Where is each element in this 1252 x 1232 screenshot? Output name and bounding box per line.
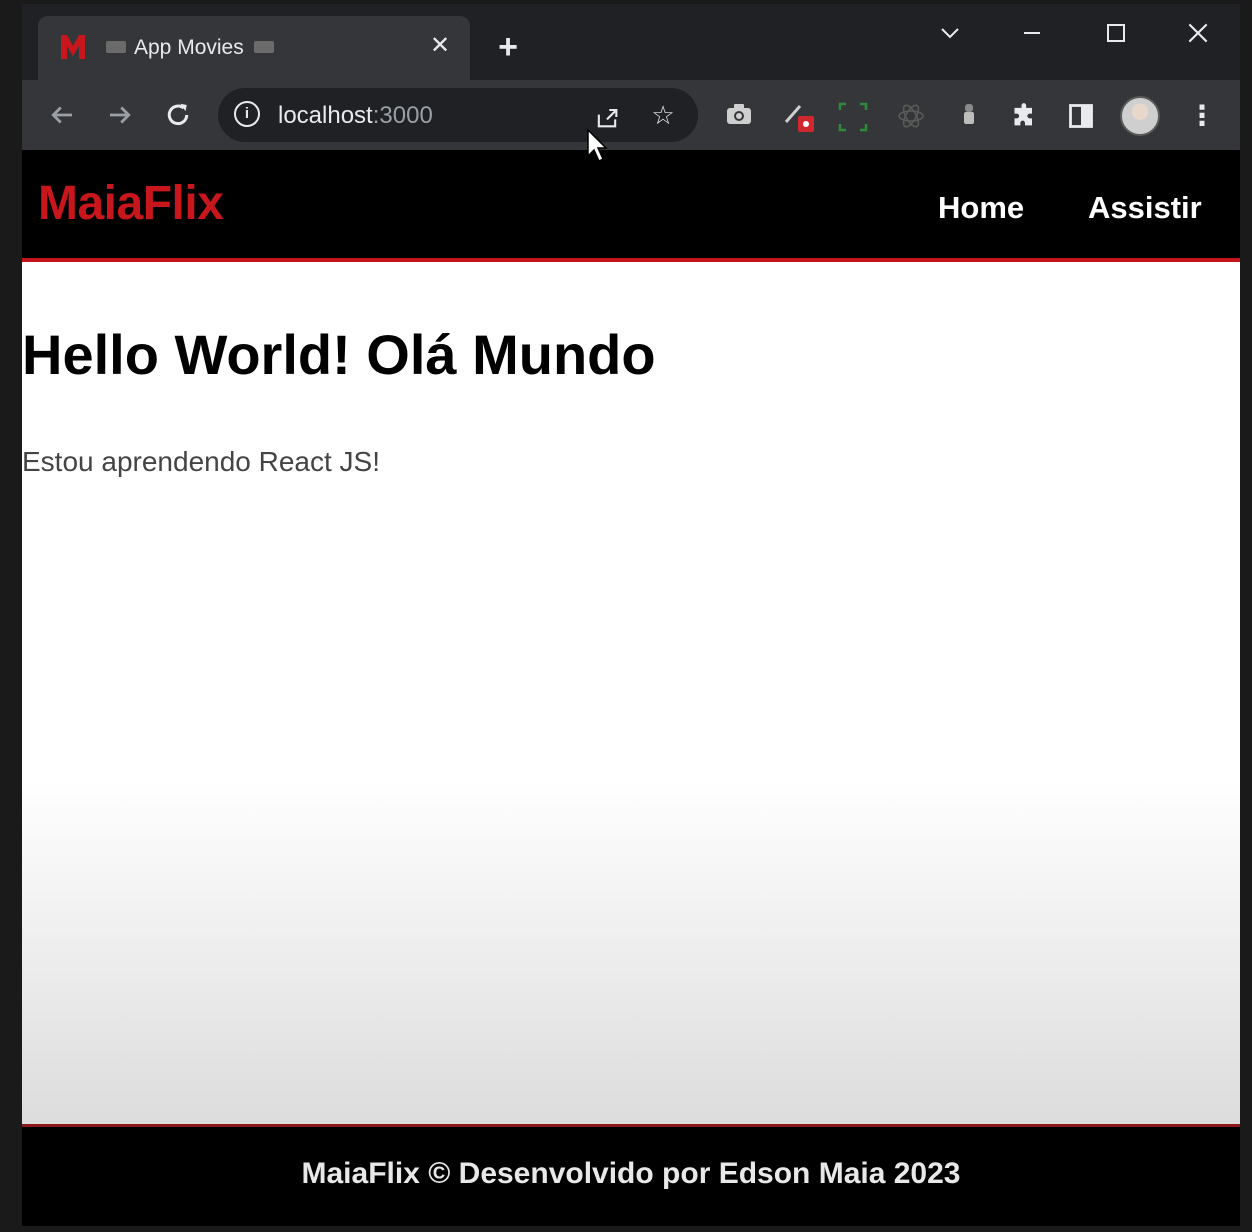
browser-toolbar: i localhost:3000 ☆ ⋮ — [22, 80, 1240, 150]
tab-app-movies[interactable]: App Movies ✕ — [38, 16, 470, 80]
screen-capture-extension-icon[interactable] — [838, 102, 868, 132]
site-footer: MaiaFlix © Desenvolvido por Edson Maia 2… — [22, 1124, 1240, 1226]
footer-text: MaiaFlix © Desenvolvido por Edson Maia 2… — [301, 1157, 961, 1190]
tab-close-icon[interactable]: ✕ — [424, 30, 456, 62]
minimize-icon[interactable] — [1004, 10, 1060, 54]
tab-strip: App Movies ✕ + — [22, 4, 1240, 80]
chevron-down-icon[interactable] — [922, 10, 978, 54]
site-header: MaiaFlix Home Assistir — [22, 150, 1240, 262]
maximize-icon[interactable] — [1088, 10, 1144, 54]
tab-title: App Movies — [102, 36, 282, 60]
side-panel-icon[interactable] — [1066, 102, 1096, 132]
web-page: MaiaFlix Home Assistir Hello World! Olá … — [22, 150, 1240, 1226]
pen-recorder-extension-icon[interactable] — [782, 98, 814, 132]
eyedropper-extension-icon[interactable] — [954, 102, 984, 132]
url-host: localhost — [278, 102, 373, 129]
address-url[interactable]: localhost:3000 — [278, 102, 433, 130]
reload-icon[interactable] — [158, 94, 198, 134]
screen: App Movies ✕ + i localhost:3000 ☆ ⋮ Maia… — [0, 0, 1252, 1232]
address-bar[interactable]: i localhost:3000 ☆ — [218, 88, 698, 142]
forward-arrow-icon[interactable] — [100, 94, 140, 134]
new-tab-button[interactable]: + — [488, 28, 528, 68]
site-info-icon[interactable]: i — [234, 101, 260, 127]
browser-window: App Movies ✕ + i localhost:3000 ☆ ⋮ Maia… — [22, 4, 1240, 1226]
nav-assistir-link[interactable]: Assistir — [1088, 190, 1202, 226]
tab-title-text: App Movies — [134, 36, 244, 59]
url-port: :3000 — [372, 102, 433, 129]
more-menu-icon[interactable]: ⋮ — [1188, 98, 1216, 138]
main-content: Hello World! Olá Mundo Estou aprendendo … — [22, 262, 1240, 1124]
mouse-cursor-icon — [587, 128, 608, 163]
profile-avatar[interactable] — [1120, 96, 1160, 136]
record-indicator-icon — [106, 41, 126, 54]
site-logo[interactable]: MaiaFlix — [38, 176, 224, 231]
close-icon[interactable] — [1170, 10, 1226, 54]
maiaflix-favicon-icon — [61, 35, 85, 59]
share-icon[interactable] — [592, 100, 622, 130]
react-devtools-extension-icon[interactable] — [896, 102, 926, 132]
page-paragraph: Estou aprendendo React JS! — [22, 446, 381, 477]
record-indicator-icon — [253, 41, 274, 54]
bookmark-star-icon[interactable]: ☆ — [648, 100, 678, 130]
camera-extension-icon[interactable] — [724, 102, 754, 132]
back-arrow-icon[interactable] — [42, 94, 82, 134]
extensions-puzzle-icon[interactable] — [1010, 102, 1040, 132]
page-heading: Hello World! Olá Mundo — [22, 323, 656, 386]
nav-home-link[interactable]: Home — [938, 190, 1024, 226]
